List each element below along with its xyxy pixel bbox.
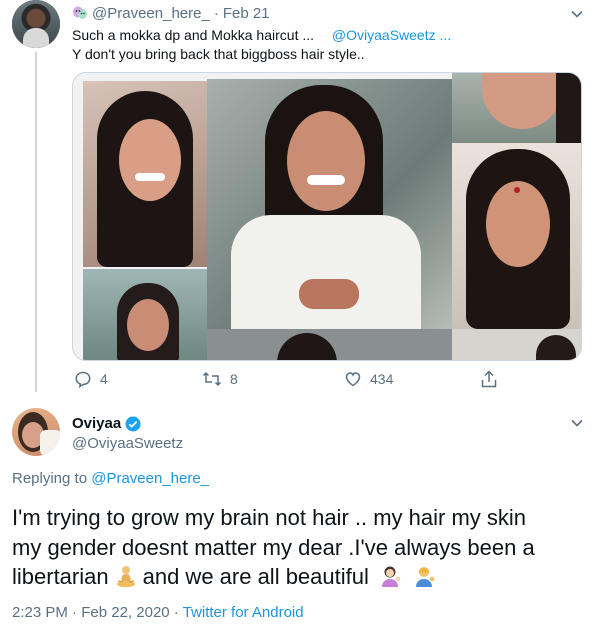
reply-tweet-handle[interactable]: @Praveen_here_ xyxy=(92,5,210,22)
reply-action[interactable]: 4 xyxy=(74,370,108,388)
man-tipping-hand-emoji-icon xyxy=(413,565,437,589)
retweet-count: 8 xyxy=(230,371,238,387)
reply-tweet-line2: Y don't you bring back that biggboss hai… xyxy=(72,46,365,62)
tweet-source[interactable]: Twitter for Android xyxy=(183,604,304,621)
reply-tweet-date[interactable]: Feb 21 xyxy=(223,5,270,22)
author-handle[interactable]: @OviyaaSweetz xyxy=(72,434,183,454)
share-action[interactable] xyxy=(480,369,498,389)
photo-tile-right-top xyxy=(452,73,581,143)
replying-to: Replying to @Praveen_here_ xyxy=(12,470,209,487)
author-name[interactable]: Oviyaa xyxy=(72,414,121,434)
mask-emoji-icon xyxy=(72,5,88,21)
replying-to-handle[interactable]: @Praveen_here_ xyxy=(91,470,209,487)
person-in-lotus-position-emoji-icon xyxy=(115,565,137,589)
meta-dot-2: · xyxy=(173,604,179,621)
photo-tile-left-bottom xyxy=(83,269,207,360)
photo-tile-right-bottom xyxy=(452,329,581,360)
main-tweet-author: Oviyaa @OviyaaSweetz xyxy=(72,414,183,454)
main-tweet-line3-a: libertarian xyxy=(12,564,109,589)
thread-connector-line xyxy=(35,52,37,392)
oviyaa-avatar[interactable] xyxy=(12,408,60,456)
chevron-down-icon[interactable] xyxy=(570,7,584,21)
like-icon xyxy=(344,370,362,388)
like-count: 434 xyxy=(370,371,394,387)
main-tweet-text: I'm trying to grow my brain not hair .. … xyxy=(12,503,535,592)
like-action[interactable]: 434 xyxy=(344,370,393,388)
reply-icon xyxy=(74,370,92,388)
reply-tweet-line1: Such a mokka dp and Mokka haircut ... xyxy=(72,27,315,43)
tweet-time[interactable]: 2:23 PM xyxy=(12,604,68,621)
photo-tile-left-top xyxy=(83,81,207,267)
retweet-icon xyxy=(202,370,222,388)
main-tweet-meta: 2:23 PM · Feb 22, 2020 · Twitter for And… xyxy=(12,604,304,621)
verified-badge-icon xyxy=(124,415,142,433)
share-icon xyxy=(480,369,498,389)
replying-to-label: Replying to xyxy=(12,470,88,487)
main-tweet-line1: I'm trying to grow my brain not hair .. … xyxy=(12,505,527,530)
reply-tweet-text: Such a mokka dp and Mokka haircut ... @O… xyxy=(72,26,451,64)
main-tweet-line2: my gender doesnt matter my dear .I've al… xyxy=(12,534,535,560)
meta-dot: · xyxy=(72,604,78,621)
header-separator: · xyxy=(213,4,219,22)
main-tweet-line3-b: and we are all beautiful xyxy=(142,564,369,589)
tweet-photo[interactable] xyxy=(72,72,582,361)
photo-tile-center-bottom xyxy=(207,329,452,360)
praveen-avatar[interactable] xyxy=(12,0,60,48)
reply-tweet-header: @Praveen_here_ · Feb 21 xyxy=(72,3,270,23)
mention-link[interactable]: @OviyaaSweetz ... xyxy=(332,27,451,43)
photo-tile-right-middle xyxy=(452,143,581,329)
tweet-date[interactable]: Feb 22, 2020 xyxy=(81,604,169,621)
retweet-action[interactable]: 8 xyxy=(202,370,238,388)
reply-tweet-actions: 4 8 434 xyxy=(72,368,512,390)
photo-tile-center xyxy=(207,79,452,329)
woman-tipping-hand-emoji-icon xyxy=(379,565,403,589)
reply-count: 4 xyxy=(100,371,108,387)
main-tweet-chevron-down-icon[interactable] xyxy=(570,416,584,430)
